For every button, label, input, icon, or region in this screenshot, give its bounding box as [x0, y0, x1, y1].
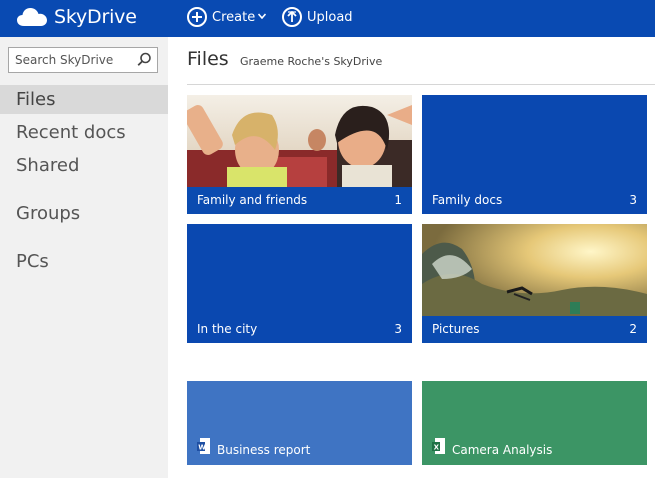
header-divider [187, 84, 655, 85]
folder-tile-family-and-friends[interactable]: Family and friends 1 [187, 95, 412, 214]
chevron-down-icon [258, 12, 267, 22]
tile-label: Pictures [432, 322, 480, 336]
sidebar-item-shared[interactable]: Shared [0, 151, 168, 180]
cloud-icon [16, 6, 48, 28]
document-tile-business-report[interactable]: W Business report [187, 381, 412, 465]
family-photo [187, 95, 412, 187]
upload-icon [282, 7, 302, 27]
top-bar: SkyDrive Create Upload [0, 0, 655, 37]
item-count: 3 [394, 322, 402, 336]
sidebar-item-groups[interactable]: Groups [0, 199, 168, 228]
tile-label: Family and friends [197, 193, 308, 207]
search-icon[interactable] [137, 52, 152, 71]
create-button[interactable]: Create [187, 7, 267, 27]
upload-button[interactable]: Upload [282, 7, 353, 27]
tile-label: Camera Analysis [452, 443, 553, 457]
plus-icon [187, 7, 207, 27]
word-icon: W [197, 437, 211, 459]
sidebar-item-files[interactable]: Files [0, 85, 168, 114]
tile-label: Family docs [432, 193, 503, 207]
folder-tile-pictures[interactable]: Pictures 2 [422, 224, 647, 343]
tile-label: Business report [217, 443, 311, 457]
brand-name: SkyDrive [54, 6, 137, 28]
sidebar: Files Recent docs Shared Groups PCs [0, 37, 168, 478]
item-count: 1 [394, 193, 402, 207]
excel-icon: X [432, 437, 446, 459]
item-count: 2 [629, 322, 637, 336]
document-tile-camera-analysis[interactable]: X Camera Analysis [422, 381, 647, 465]
search-input[interactable] [9, 48, 139, 72]
tile-label: In the city [197, 322, 258, 336]
folder-tile-in-the-city[interactable]: In the city 3 [187, 224, 412, 343]
folder-tile-family-docs[interactable]: Family docs 3 [422, 95, 647, 214]
svg-text:W: W [198, 444, 206, 452]
search-box [8, 47, 158, 73]
brand[interactable]: SkyDrive [16, 6, 137, 28]
create-label: Create [212, 9, 256, 25]
sidebar-item-recent-docs[interactable]: Recent docs [0, 118, 168, 147]
svg-text:X: X [434, 444, 440, 452]
surf-photo [422, 224, 647, 316]
upload-label: Upload [307, 9, 353, 25]
breadcrumb: Graeme Roche's SkyDrive [240, 55, 383, 68]
sidebar-item-pcs[interactable]: PCs [0, 247, 168, 276]
item-count: 3 [629, 193, 637, 207]
page-title: Files [187, 48, 229, 70]
